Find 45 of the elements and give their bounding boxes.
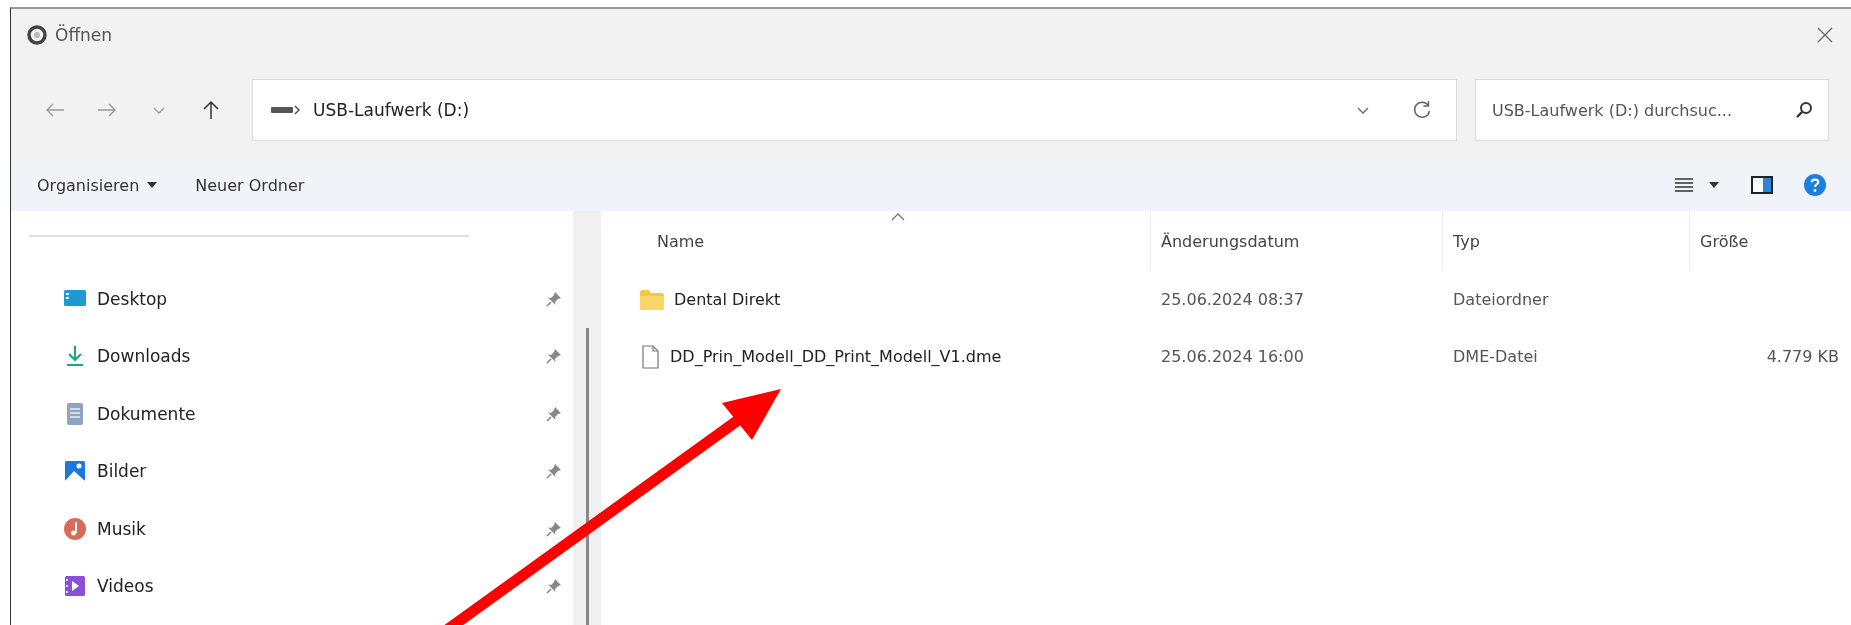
video-icon (63, 574, 87, 599)
organize-menu-button[interactable]: Organisieren (37, 171, 158, 199)
search-field[interactable]: USB-Laufwerk (D:) durchsuc... (1475, 79, 1829, 141)
address-path: USB-Laufwerk (D:) (313, 100, 471, 120)
folder-icon (639, 288, 665, 311)
file-name[interactable]: Dental Direkt (674, 290, 781, 309)
chevron-right-icon (293, 104, 301, 116)
modified-date: 25.06.2024 16:00 (1161, 347, 1304, 366)
sidebar-item[interactable]: Downloads (11, 327, 573, 385)
music-icon (63, 516, 87, 541)
file-icon (639, 344, 661, 369)
window-title: Öffnen (55, 25, 114, 45)
picture-icon (63, 459, 87, 484)
column-header[interactable]: Änderungsdatum (1150, 211, 1442, 271)
scrollbar[interactable] (573, 211, 601, 625)
sidebar-item[interactable]: Desktop (11, 270, 573, 328)
help-icon (1803, 173, 1827, 197)
close-icon (1817, 27, 1833, 43)
search-icon[interactable] (1795, 101, 1813, 119)
sidebar-item[interactable]: Videos (11, 557, 573, 615)
chevron-down-icon (152, 105, 166, 115)
new-folder-button[interactable]: Neuer Ordner (195, 171, 305, 199)
chevron-down-icon[interactable] (1356, 105, 1370, 115)
preview-pane-icon (1751, 176, 1773, 194)
file-name[interactable]: DD_Prin_Modell_DD_Print_Modell_V1.dme (670, 347, 1002, 366)
list-view-icon (1675, 178, 1693, 192)
file-size: 4.779 KB (1766, 347, 1839, 366)
sidebar-item[interactable]: Bilder (11, 442, 573, 500)
column-header[interactable]: Größe (1689, 211, 1839, 271)
modified-date: 25.06.2024 08:37 (1161, 290, 1304, 309)
back-icon (44, 101, 66, 119)
file-type: Dateiordner (1453, 290, 1549, 309)
dropdown-icon (1709, 182, 1719, 188)
column-header[interactable]: Typ (1442, 211, 1689, 271)
address-bar[interactable]: USB-Laufwerk (D:) (252, 79, 1457, 141)
refresh-icon[interactable] (1412, 100, 1432, 120)
app-icon (27, 25, 47, 45)
forward-icon (96, 101, 118, 119)
dropdown-icon (147, 182, 158, 188)
column-header[interactable]: Name (601, 211, 1150, 271)
up-arrow-icon (201, 99, 221, 121)
sidebar-item[interactable]: Musik (11, 500, 573, 558)
drive-icon (271, 106, 293, 114)
file-type: DME-Datei (1453, 347, 1538, 366)
sidebar-item[interactable]: Dokumente (11, 385, 573, 443)
